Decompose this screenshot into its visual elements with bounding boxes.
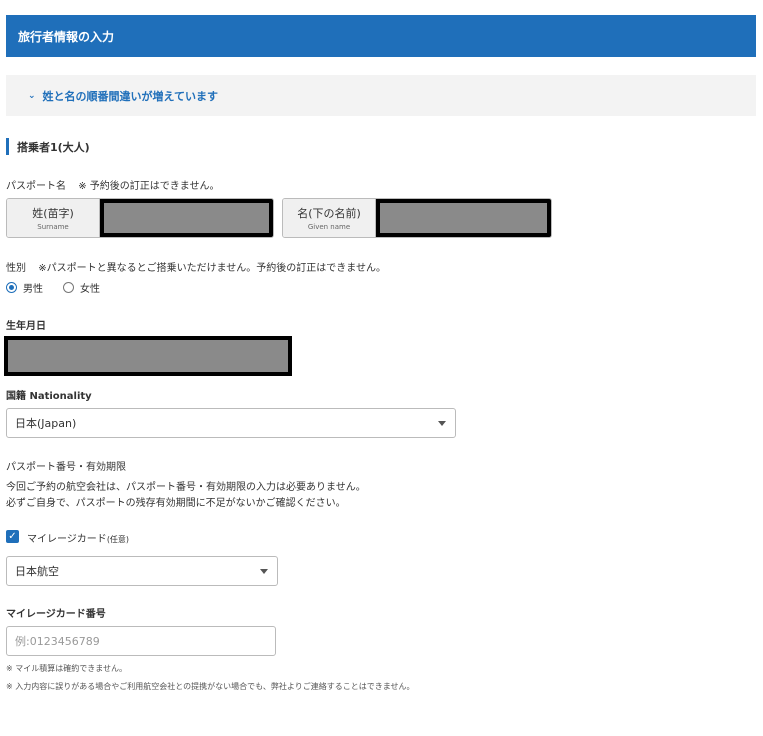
surname-caption: 姓(苗字) Surname [7,199,100,237]
passport-number-info-line2: 必ずご自身で、パスポートの残存有効期間に不足がないかご確認ください。 [6,494,346,509]
passport-name-label: パスポート名 ※ 予約後の訂正はできません。 [6,177,219,192]
page-header: 旅行者情報の入力 [6,15,756,57]
radio-selected-icon[interactable] [6,282,17,293]
mileage-airline-selected-value: 日本航空 [15,565,59,578]
name-order-notice-toggle[interactable]: ⌄ 姓と名の順番間違いが増えています [6,75,756,116]
mileage-note-1-text: ※ マイル積算は確約できません。 [6,664,128,673]
given-name-caption-en: Given name [307,223,351,231]
mileage-card-optional-tag: (任意) [106,535,130,544]
mileage-note-1: ※ マイル積算は確約できません。 [6,663,127,674]
surname-caption-en: Surname [37,223,69,231]
radio-unselected-icon[interactable] [63,282,74,293]
mileage-number-input[interactable] [6,626,276,656]
gender-note: ※パスポートと異なるとご搭乗いただけません。予約後の訂正はできません。 [38,263,386,274]
mileage-card-checkbox[interactable]: ✓ [6,530,19,543]
mileage-card-checkbox-label[interactable]: マイレージカード(任意) [27,530,129,545]
mileage-note-2: ※ 入力内容に誤りがある場合やご利用航空会社との提携がない場合でも、弊社よりご連… [6,681,415,692]
surname-input-redacted[interactable] [100,199,273,237]
gender-label: 性別 ※パスポートと異なるとご搭乗いただけません。予約後の訂正はできません。 [6,259,386,274]
mileage-note-2-text: ※ 入力内容に誤りがある場合やご利用航空会社との提携がない場合でも、弊社よりご連… [6,682,415,691]
passport-name-note: ※ 予約後の訂正はできません。 [78,181,220,192]
passport-number-label: パスポート番号・有効期限 [6,458,126,473]
given-name-field[interactable]: 名(下の名前) Given name [282,198,552,238]
given-name-caption: 名(下の名前) Given name [283,199,376,237]
passport-number-info-line1: 今回ご予約の航空会社は、パスポート番号・有効期限の入力は必要ありません。 [6,478,366,493]
mileage-card-label-text: マイレージカード [27,534,107,545]
gender-option-male[interactable]: 男性 [6,280,43,295]
birthdate-label: 生年月日 [6,317,46,332]
surname-field[interactable]: 姓(苗字) Surname [6,198,274,238]
gender-option-female[interactable]: 女性 [63,280,100,295]
gender-radio-group: 男性 女性 [6,280,100,295]
passenger-title-text: 搭乗者1(大人) [17,140,90,154]
checkmark-icon: ✓ [8,530,17,542]
passport-number-info-line1-text: 今回ご予約の航空会社は、パスポート番号・有効期限の入力は必要ありません。 [6,482,366,493]
mileage-number-label-text: マイレージカード番号 [6,609,106,620]
surname-caption-jp: 姓(苗字) [32,207,74,220]
given-name-input-redacted[interactable] [376,199,551,237]
passport-name-label-text: パスポート名 [6,181,66,192]
gender-option-female-label: 女性 [80,284,100,295]
birthdate-input-redacted[interactable] [4,336,292,376]
nationality-label-text: 国籍 Nationality [6,391,92,402]
dropdown-caret-icon [260,569,268,574]
mileage-number-label: マイレージカード番号 [6,605,106,620]
nationality-selected-value: 日本(Japan) [15,417,77,430]
passenger-section-title: 搭乗者1(大人) [6,138,90,155]
dropdown-caret-icon [438,421,446,426]
chevron-down-icon: ⌄ [28,90,36,101]
gender-option-male-label: 男性 [23,284,43,295]
nationality-select[interactable]: 日本(Japan) [6,408,456,438]
gender-label-text: 性別 [6,263,26,274]
notice-text: 姓と名の順番間違いが増えています [42,89,218,103]
nationality-label: 国籍 Nationality [6,387,92,402]
page-title: 旅行者情報の入力 [18,29,115,44]
given-name-caption-jp: 名(下の名前) [297,207,361,220]
passport-number-label-text: パスポート番号・有効期限 [6,462,126,473]
mileage-airline-select[interactable]: 日本航空 [6,556,278,586]
passport-number-info-line2-text: 必ずご自身で、パスポートの残存有効期間に不足がないかご確認ください。 [6,498,346,509]
birthdate-label-text: 生年月日 [6,321,46,332]
